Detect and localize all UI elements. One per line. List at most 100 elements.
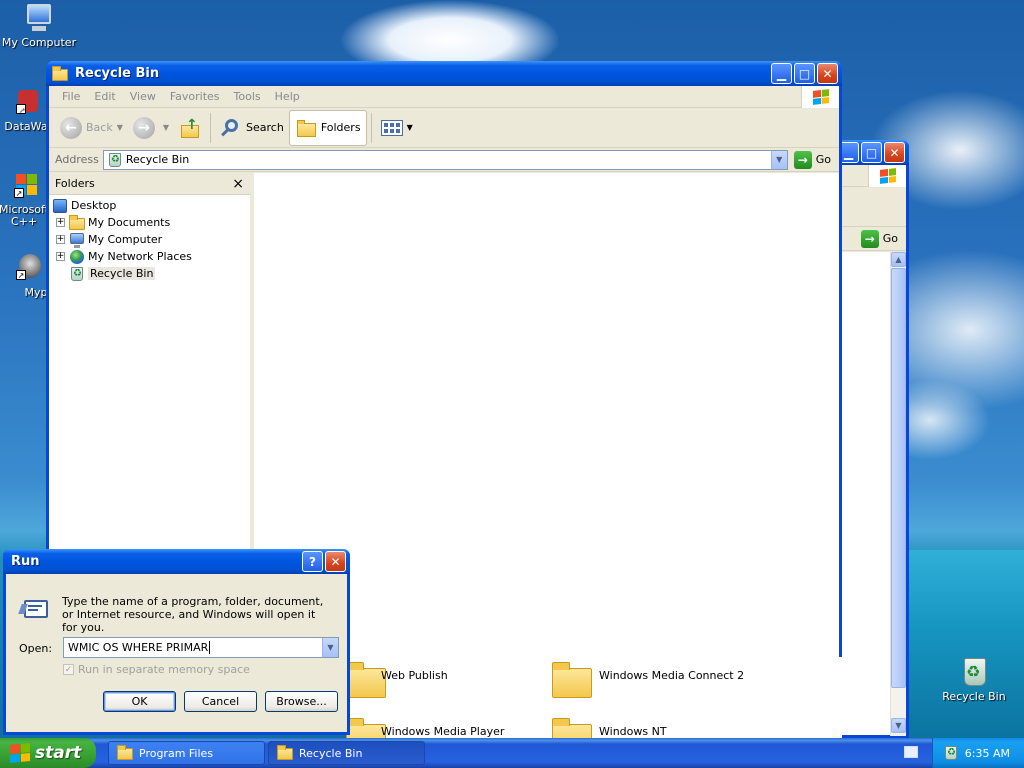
scroll-up-arrow[interactable]: ▲ — [891, 252, 906, 267]
text-cursor — [209, 641, 211, 654]
desktop-icon-label: Microsoft C++ — [0, 203, 50, 228]
windows-logo-icon — [10, 742, 30, 764]
windows-logo-icon — [868, 165, 906, 187]
desktop-icon-label: My Computer — [1, 36, 77, 49]
chevron-down-icon[interactable]: ▼ — [407, 123, 413, 132]
expand-icon[interactable]: + — [56, 218, 65, 227]
expand-icon[interactable]: + — [56, 235, 65, 244]
folders-icon — [295, 117, 317, 139]
address-field[interactable]: Recycle Bin ▼ — [102, 149, 788, 170]
recycle-bin-icon — [107, 152, 123, 168]
back-label: Back — [86, 121, 113, 134]
memory-space-checkbox[interactable]: ✓ Run in separate memory space — [63, 663, 250, 676]
folders-button[interactable]: Folders — [288, 109, 367, 146]
shortcut-icon: ↗ — [8, 170, 40, 202]
checkbox-check-icon: ✓ — [63, 664, 74, 675]
chevron-down-icon[interactable]: ▼ — [770, 150, 787, 169]
chevron-down-icon[interactable]: ▼ — [322, 638, 338, 657]
window-controls: ▁ □ ✕ — [771, 63, 838, 84]
open-input-value: WMIC OS WHERE PRIMAR — [68, 641, 209, 654]
start-label: start — [35, 743, 82, 763]
shortcut-icon: ↗ — [10, 252, 42, 284]
desktop-icon-microsoft-cpp[interactable]: ↗ Microsoft C++ — [0, 170, 50, 228]
my-computer-icon — [23, 2, 55, 34]
task-recycle-bin[interactable]: Recycle Bin — [268, 741, 425, 765]
vertical-scrollbar[interactable]: ▲ ▼ — [890, 252, 906, 736]
go-label: Go — [882, 232, 898, 245]
expand-icon[interactable]: + — [56, 252, 65, 261]
minimize-button[interactable]: ▁ — [771, 63, 792, 84]
task-label: Program Files — [139, 746, 214, 760]
menu-favorites[interactable]: Favorites — [163, 90, 227, 103]
menu-view[interactable]: View — [123, 90, 163, 103]
recycle-bin-titlebar: Recycle Bin ▁ □ ✕ — [46, 61, 842, 86]
up-button[interactable]: ↑ — [174, 110, 206, 146]
tree-item-my-network-places[interactable]: + My Network Places — [49, 248, 250, 265]
help-button[interactable]: ? — [302, 551, 323, 572]
open-input[interactable]: WMIC OS WHERE PRIMAR ▼ — [63, 637, 339, 658]
shortcut-icon: ↗ — [10, 86, 42, 118]
file-item[interactable]: Windows NT — [552, 716, 752, 738]
browse-button[interactable]: Browse... — [265, 691, 338, 712]
search-button[interactable]: Search — [215, 110, 289, 146]
menu-tools[interactable]: Tools — [227, 90, 268, 103]
toolbar-separator — [210, 112, 212, 143]
views-button[interactable]: ▼ — [376, 110, 418, 146]
folder-icon — [69, 214, 85, 231]
desktop-sea — [900, 550, 1024, 738]
close-icon[interactable]: × — [232, 176, 244, 192]
recycle-bin-icon[interactable] — [943, 745, 957, 760]
scroll-thumb[interactable] — [891, 268, 906, 688]
folder-up-icon: ↑ — [179, 117, 201, 139]
network-icon — [69, 249, 85, 265]
recycle-bin-icon: ♻ — [958, 656, 990, 688]
close-button[interactable]: ✕ — [325, 551, 346, 572]
keyboard-icon[interactable] — [904, 746, 918, 758]
toolbar-separator — [370, 112, 372, 143]
desktop-icon-recycle-bin[interactable]: ♻ Recycle Bin — [936, 656, 1012, 703]
tree-item-recycle-bin[interactable]: Recycle Bin — [49, 265, 250, 282]
maximize-button[interactable]: □ — [861, 142, 882, 163]
views-icon — [380, 119, 403, 136]
menu-edit[interactable]: Edit — [87, 90, 122, 103]
tree-item-desktop[interactable]: Desktop — [49, 197, 250, 214]
scroll-down-arrow[interactable]: ▼ — [891, 718, 906, 733]
file-label: Windows Media Player — [381, 725, 505, 738]
task-label: Recycle Bin — [299, 746, 363, 760]
maximize-button[interactable]: □ — [794, 63, 815, 84]
run-titlebar: Run ? ✕ — [3, 549, 350, 574]
menu-file[interactable]: File — [55, 90, 87, 103]
file-item[interactable]: Windows Media Player — [340, 716, 540, 738]
menu-help[interactable]: Help — [268, 90, 307, 103]
folder-icon — [52, 65, 68, 82]
desktop-icon-my-computer[interactable]: My Computer — [1, 2, 77, 49]
back-arrow-icon: ← — [60, 116, 82, 139]
chevron-down-icon[interactable]: ▼ — [117, 123, 123, 132]
recycle-bin-icon — [69, 266, 85, 282]
folder-icon — [346, 662, 386, 698]
tree-item-my-computer[interactable]: + My Computer — [49, 231, 250, 248]
desktop-icon-label: Recycle Bin — [942, 690, 1006, 703]
search-label: Search — [246, 121, 284, 134]
start-button[interactable]: start — [0, 738, 96, 768]
folder-tree: Desktop + My Documents + My Computer + M… — [49, 195, 250, 282]
cancel-button[interactable]: Cancel — [184, 691, 257, 712]
folders-label: Folders — [320, 121, 361, 134]
back-button[interactable]: ← Back ▼ — [55, 110, 128, 146]
task-program-files[interactable]: Program Files — [108, 741, 265, 765]
close-button[interactable]: ✕ — [884, 142, 905, 163]
run-title: Run — [11, 554, 40, 569]
file-label: Windows NT — [599, 725, 667, 738]
tree-label: Recycle Bin — [88, 267, 156, 280]
clock: 6:35 AM — [964, 746, 1010, 760]
checkbox-label: Run in separate memory space — [78, 663, 250, 676]
go-button[interactable]: → Go — [855, 229, 906, 248]
tree-item-my-documents[interactable]: + My Documents — [49, 214, 250, 231]
go-button[interactable]: → Go — [788, 150, 839, 169]
ok-button[interactable]: OK — [103, 691, 176, 712]
chevron-down-icon[interactable]: ▼ — [163, 123, 169, 132]
run-dialog[interactable]: Run ? ✕ Type the name of a program, fold… — [3, 549, 350, 735]
folder-icon — [552, 718, 592, 738]
close-button[interactable]: ✕ — [817, 63, 838, 84]
forward-button[interactable]: → ▼ — [128, 110, 174, 146]
